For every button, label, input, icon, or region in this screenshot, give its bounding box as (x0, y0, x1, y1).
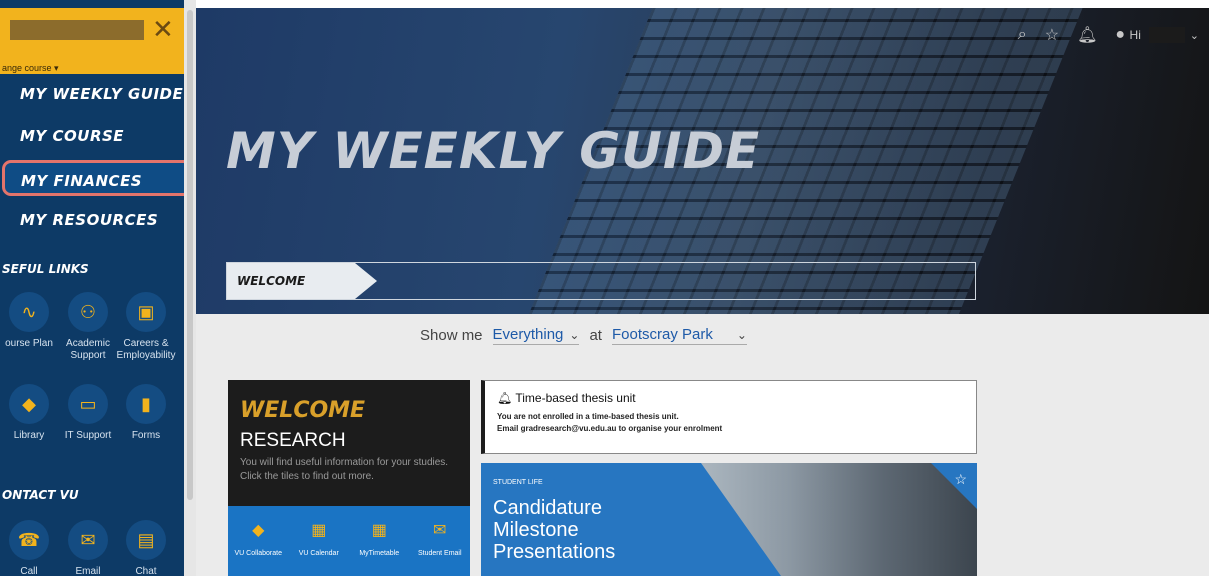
bell-icon: 🔔︎ (497, 391, 516, 405)
contact-call[interactable]: ☎ Call (0, 520, 61, 576)
category-select[interactable]: Everything ⌄ (492, 326, 580, 345)
tab-welcome[interactable]: WELCOME (227, 263, 377, 299)
chevron-down-icon: ⌄ (736, 328, 747, 342)
people-icon: ⚇ (68, 292, 108, 332)
student-life-card[interactable]: ☆ STUDENT LIFE Candidature Milestone Pre… (481, 463, 977, 576)
student-life-title: Candidature Milestone Presentations (493, 497, 616, 563)
calendar-icon: ▦ (311, 522, 327, 539)
hero-banner: MY WEEKLY GUIDE WELCOME ⌕ ☆ 🔔︎ ● Hi ⌄ (196, 8, 1209, 314)
user-icon: ● (1115, 26, 1126, 43)
book-icon: ◆ (9, 384, 49, 424)
thesis-title: Time-based thesis unit (515, 391, 636, 405)
tile-mytimetable[interactable]: ▦ MyTimetable (349, 506, 410, 576)
show-me-label: Show me (420, 327, 483, 344)
tile-student-email[interactable]: ✉ Student Email (410, 506, 471, 576)
calendar-icon: ▦ (371, 522, 387, 539)
thesis-line-2: Email gradresearch@vu.edu.au to organise… (497, 424, 723, 433)
star-icon[interactable]: ☆ (954, 471, 967, 488)
research-heading: RESEARCH (240, 430, 346, 451)
laptop-icon: ▭ (68, 384, 108, 424)
link-careers[interactable]: ▣ Careers & Employability (114, 292, 178, 362)
header-actions: ⌕ ☆ 🔔︎ ● Hi ⌄ (1018, 20, 1209, 50)
quick-tiles: ◆ VU Collaborate ▦ VU Calendar ▦ MyTimetabl… (228, 506, 470, 576)
star-icon[interactable]: ☆ (1045, 25, 1059, 45)
sidebar-header: ✕ ange course ▾ (0, 8, 190, 74)
mail-icon: ✉ (433, 522, 447, 539)
graduation-cap-icon: ◆ (252, 522, 265, 539)
campus-select[interactable]: Footscray Park ⌄ (611, 326, 747, 345)
chat-icon: ▤ (126, 520, 166, 560)
sidebar: ✕ ange course ▾ MY WEEKLY GUIDE MY COURS… (0, 0, 190, 576)
contact-vu-heading: ONTACT VU (2, 488, 79, 502)
filter-bar: Show me Everything ⌄ at Footscray Park ⌄ (420, 326, 747, 345)
welcome-description: You will find useful information for you… (240, 457, 449, 482)
sidebar-scrollbar[interactable] (187, 10, 193, 500)
contact-email[interactable]: ✉ Email (56, 520, 120, 576)
chevron-down-icon: ⌄ (1189, 30, 1199, 42)
useful-links-heading: SEFUL LINKS (2, 262, 89, 276)
student-life-label: STUDENT LIFE (493, 479, 543, 486)
tile-vu-collaborate[interactable]: ◆ VU Collaborate (228, 506, 289, 576)
thesis-line-1: You are not enrolled in a time-based the… (497, 412, 679, 421)
at-label: at (589, 327, 602, 344)
document-icon: ▮ (126, 384, 166, 424)
nav-my-weekly-guide[interactable]: MY WEEKLY GUIDE (10, 76, 186, 112)
link-forms[interactable]: ▮ Forms (114, 384, 178, 442)
search-icon[interactable]: ⌕ (1018, 26, 1027, 44)
user-greeting: Hi (1129, 28, 1141, 42)
briefcase-icon: ▣ (126, 292, 166, 332)
bell-icon[interactable]: 🔔︎ (1077, 25, 1097, 45)
phone-icon: ☎ (9, 520, 49, 560)
welcome-tab-bar: WELCOME (226, 262, 976, 300)
close-icon[interactable]: ✕ (152, 16, 174, 42)
tile-vu-calendar[interactable]: ▦ VU Calendar (289, 506, 350, 576)
change-course-dropdown[interactable]: ange course ▾ (2, 63, 59, 74)
page-title: MY WEEKLY GUIDE (226, 122, 761, 180)
nav-my-finances[interactable]: MY FINANCES (2, 160, 190, 196)
welcome-heading: WELCOME (240, 398, 366, 423)
nav-my-resources[interactable]: MY RESOURCES (10, 202, 186, 238)
user-name-redacted (1149, 26, 1186, 43)
contact-chat[interactable]: ▤ Chat (114, 520, 178, 576)
link-course-plan[interactable]: ∿ ourse Plan (0, 292, 61, 350)
mail-icon: ✉ (68, 520, 108, 560)
chevron-down-icon: ⌄ (569, 328, 580, 342)
thesis-notice: 🔔︎ Time-based thesis unit You are not en… (481, 380, 977, 454)
user-name-redacted (10, 20, 144, 40)
nav-my-course[interactable]: MY COURSE (10, 118, 186, 154)
link-academic-support[interactable]: ⚇ Academic Support (56, 292, 120, 362)
link-it-support[interactable]: ▭ IT Support (56, 384, 120, 442)
user-menu[interactable]: ● Hi ⌄ (1115, 26, 1199, 44)
trend-line-icon: ∿ (9, 292, 49, 332)
link-library[interactable]: ◆ Library (0, 384, 61, 442)
